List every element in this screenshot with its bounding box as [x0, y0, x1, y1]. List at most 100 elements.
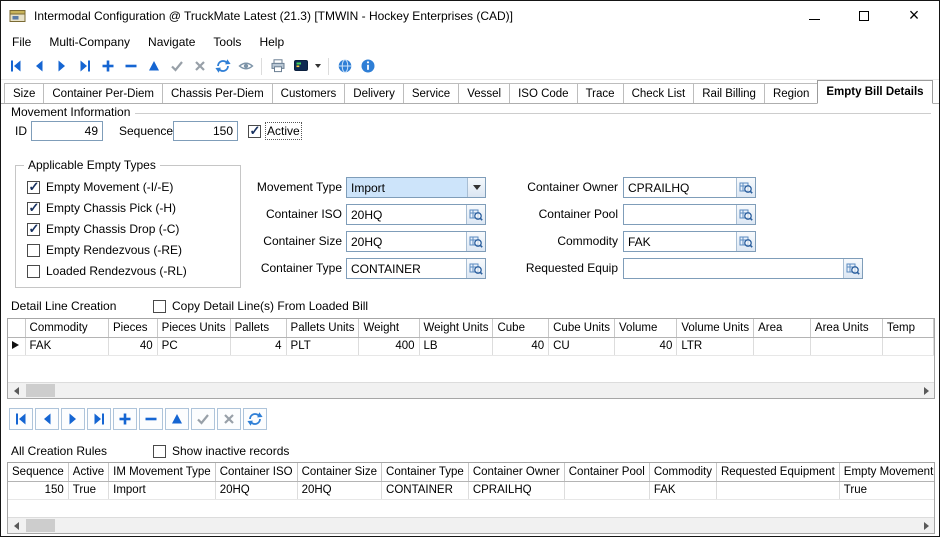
commodity-input[interactable]: [624, 232, 736, 251]
delete-record-button[interactable]: [119, 55, 142, 77]
checkbox-box[interactable]: [27, 244, 40, 257]
checkbox-box[interactable]: [27, 223, 40, 236]
tab-region[interactable]: Region: [764, 83, 818, 103]
container-pool-input[interactable]: [624, 205, 736, 224]
column-header[interactable]: Pieces Units: [157, 319, 230, 337]
cell[interactable]: FAK: [25, 337, 108, 355]
cell[interactable]: 20HQ: [297, 481, 381, 499]
checkbox-box[interactable]: [27, 202, 40, 215]
cell[interactable]: True: [839, 481, 935, 499]
column-header[interactable]: Container ISO: [215, 463, 297, 481]
cell[interactable]: [810, 337, 882, 355]
terminal-button[interactable]: [289, 55, 312, 77]
cell[interactable]: 150: [8, 481, 68, 499]
cell[interactable]: [882, 337, 933, 355]
tab-container-per-diem[interactable]: Container Per-Diem: [43, 83, 163, 103]
checkbox-box[interactable]: [153, 445, 166, 458]
column-header[interactable]: Commodity: [649, 463, 716, 481]
column-header[interactable]: Sequence: [8, 463, 68, 481]
cell[interactable]: 40: [615, 337, 677, 355]
column-header[interactable]: Cube Units: [549, 319, 615, 337]
column-header[interactable]: Cube: [493, 319, 549, 337]
cancel-edit-button[interactable]: [188, 55, 211, 77]
column-header[interactable]: Pieces: [108, 319, 157, 337]
cell[interactable]: 4: [230, 337, 286, 355]
requested-equip-input[interactable]: [624, 259, 843, 278]
print-button[interactable]: [266, 55, 289, 77]
cell[interactable]: 20HQ: [215, 481, 297, 499]
checkbox-box[interactable]: [248, 125, 261, 138]
post-edit-button[interactable]: [191, 408, 215, 430]
first-record-button[interactable]: [9, 408, 33, 430]
column-header[interactable]: Container Pool: [564, 463, 649, 481]
column-header[interactable]: Active: [68, 463, 108, 481]
maximize-button[interactable]: [857, 8, 871, 24]
minimize-button[interactable]: [807, 8, 821, 24]
tab-delivery[interactable]: Delivery: [344, 83, 404, 103]
cell[interactable]: True: [68, 481, 108, 499]
table-row[interactable]: FAK 40 PC 4 PLT 400 LB 40 CU 40 LTR: [8, 337, 934, 355]
tab-service[interactable]: Service: [403, 83, 459, 103]
post-edit-button[interactable]: [165, 55, 188, 77]
container-iso-input[interactable]: [347, 205, 466, 224]
next-record-button[interactable]: [61, 408, 85, 430]
cell[interactable]: [754, 337, 811, 355]
column-header[interactable]: Container Size: [297, 463, 381, 481]
cell[interactable]: 40: [493, 337, 549, 355]
terminal-dropdown-icon[interactable]: [315, 64, 321, 68]
web-button[interactable]: [333, 55, 356, 77]
menu-tools[interactable]: Tools: [204, 32, 250, 52]
tab-customers[interactable]: Customers: [272, 83, 346, 103]
container-pool-lookup-button[interactable]: [736, 205, 755, 224]
container-type-lookup-button[interactable]: [466, 259, 485, 278]
scrollbar-track[interactable]: [24, 383, 918, 398]
refresh-button[interactable]: [211, 55, 234, 77]
cell[interactable]: 40: [108, 337, 157, 355]
container-size-input[interactable]: [347, 232, 466, 251]
tab-iso-code[interactable]: ISO Code: [509, 83, 578, 103]
edit-record-button[interactable]: [142, 55, 165, 77]
checkbox-box[interactable]: [27, 181, 40, 194]
sequence-input[interactable]: [174, 122, 237, 140]
first-record-button[interactable]: [4, 55, 27, 77]
commodity-lookup-button[interactable]: [736, 232, 755, 251]
column-header[interactable]: Volume: [615, 319, 677, 337]
scrollbar-thumb[interactable]: [26, 384, 55, 397]
container-iso-lookup-button[interactable]: [466, 205, 485, 224]
cell[interactable]: 400: [359, 337, 419, 355]
checkbox-box[interactable]: [153, 300, 166, 313]
container-owner-input[interactable]: [624, 178, 736, 197]
checkbox-empty-rendezvous[interactable]: Empty Rendezvous (-RE): [27, 243, 187, 257]
horizontal-scrollbar[interactable]: [8, 382, 934, 398]
column-header[interactable]: Pallets: [230, 319, 286, 337]
column-header[interactable]: Weight Units: [419, 319, 493, 337]
table-row[interactable]: 150 True Import 20HQ 20HQ CONTAINER CPRA…: [8, 481, 935, 499]
cell[interactable]: PC: [157, 337, 230, 355]
cell[interactable]: [564, 481, 649, 499]
next-record-button[interactable]: [50, 55, 73, 77]
cell[interactable]: Import: [109, 481, 216, 499]
cell[interactable]: FAK: [649, 481, 716, 499]
requested-equip-lookup-button[interactable]: [843, 259, 862, 278]
prior-record-button[interactable]: [27, 55, 50, 77]
dropdown-button[interactable]: [467, 178, 485, 197]
edit-record-button[interactable]: [165, 408, 189, 430]
tab-check-list[interactable]: Check List: [623, 83, 695, 103]
column-header[interactable]: Commodity: [25, 319, 108, 337]
show-inactive-checkbox[interactable]: Show inactive records: [153, 444, 289, 458]
scroll-right-button[interactable]: [918, 518, 934, 534]
column-header[interactable]: Area: [754, 319, 811, 337]
column-header[interactable]: Weight: [359, 319, 419, 337]
container-type-input[interactable]: [347, 259, 466, 278]
checkbox-empty-chassis-pick[interactable]: Empty Chassis Pick (-H): [27, 201, 187, 215]
delete-record-button[interactable]: [139, 408, 163, 430]
id-input[interactable]: [32, 122, 102, 140]
scroll-left-button[interactable]: [8, 383, 24, 399]
column-header[interactable]: Container Type: [382, 463, 469, 481]
cell[interactable]: [716, 481, 839, 499]
menu-navigate[interactable]: Navigate: [139, 32, 204, 52]
copy-detail-lines-checkbox[interactable]: Copy Detail Line(s) From Loaded Bill: [153, 299, 368, 313]
column-header[interactable]: Container Owner: [468, 463, 564, 481]
tab-vessel[interactable]: Vessel: [458, 83, 510, 103]
menu-file[interactable]: File: [3, 32, 40, 52]
